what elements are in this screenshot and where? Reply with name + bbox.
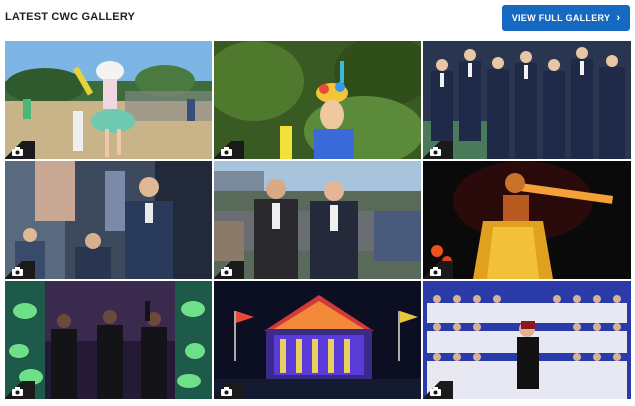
gallery-photo[interactable] <box>214 161 421 279</box>
gallery-photo-image <box>5 41 212 159</box>
gallery-photo-image <box>5 161 212 279</box>
photo-badge <box>214 381 244 399</box>
camera-icon <box>430 267 441 276</box>
gallery-photo[interactable] <box>5 281 212 399</box>
gallery-header: LATEST CWC GALLERY VIEW FULL GALLERY › <box>0 0 635 36</box>
gallery-photo-image <box>423 161 631 279</box>
photo-badge <box>5 141 35 159</box>
photo-badge <box>5 261 35 279</box>
gallery-photo-image <box>214 41 421 159</box>
camera-icon <box>12 147 23 156</box>
gallery-photo-image <box>214 281 421 399</box>
photo-badge <box>214 141 244 159</box>
camera-icon <box>430 387 441 396</box>
chevron-right-icon: › <box>616 11 621 24</box>
photo-badge <box>423 381 453 399</box>
camera-icon <box>12 267 23 276</box>
gallery-grid <box>5 41 631 401</box>
gallery-photo[interactable] <box>214 281 421 399</box>
gallery-photo-image <box>5 281 212 399</box>
gallery-photo-image <box>214 161 421 279</box>
gallery-photo[interactable] <box>423 281 631 399</box>
gallery-photo[interactable] <box>423 161 631 279</box>
camera-icon <box>221 147 232 156</box>
photo-badge <box>423 141 453 159</box>
view-full-gallery-button[interactable]: VIEW FULL GALLERY › <box>502 5 630 31</box>
camera-icon <box>221 387 232 396</box>
photo-badge <box>214 261 244 279</box>
camera-icon <box>12 387 23 396</box>
gallery-photo[interactable] <box>214 41 421 159</box>
view-full-gallery-label: VIEW FULL GALLERY <box>511 13 611 23</box>
camera-icon <box>430 147 441 156</box>
gallery-photo[interactable] <box>5 41 212 159</box>
gallery-photo[interactable] <box>5 161 212 279</box>
gallery-title: LATEST CWC GALLERY <box>5 11 136 23</box>
camera-icon <box>221 267 232 276</box>
gallery-photo-image <box>423 41 631 159</box>
gallery-photo[interactable] <box>423 41 631 159</box>
photo-badge <box>423 261 453 279</box>
gallery-photo-image <box>423 281 631 399</box>
photo-badge <box>5 381 35 399</box>
